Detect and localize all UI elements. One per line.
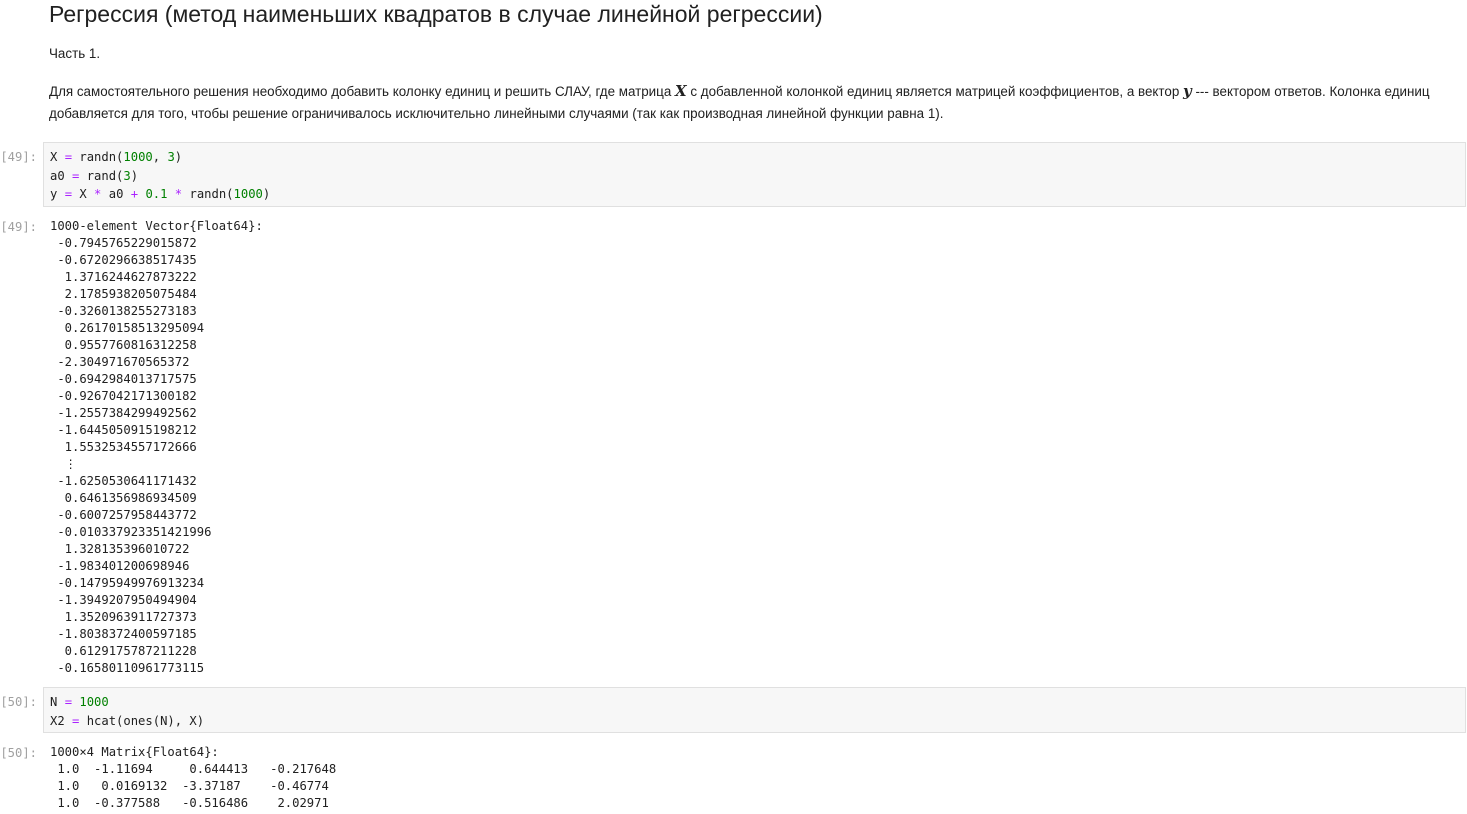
output-line: 0.6461356986934509 (50, 491, 197, 505)
code-line[interactable]: X2 = hcat(ones(N), X) (50, 712, 1465, 731)
code-token: + (130, 187, 139, 201)
output-line: 1.0 0.0169132 -3.37187 -0.46774 (50, 779, 329, 793)
cell-49-input-prompt: [49]: (0, 150, 37, 164)
code-token: a0 (50, 168, 73, 183)
code-line[interactable]: y = X * a0 + 0.1 * randn(1000) (50, 185, 1465, 204)
code-token: 0.1 (145, 187, 168, 201)
code-token: rand( (79, 168, 124, 183)
markdown-part-label: Часть 1. (49, 46, 101, 61)
output-line: 0.26170158513295094 (50, 321, 205, 335)
code-token: 3 (167, 150, 175, 164)
code-token: = (64, 150, 73, 164)
markdown-paragraph: Для самостоятельного решения необходимо … (49, 80, 1447, 125)
code-token: = (64, 187, 73, 201)
code-token: 1000 (123, 150, 153, 164)
output-line: 1.328135396010722 (50, 542, 190, 556)
code-token: ) (174, 150, 183, 164)
math-variable-x: X (675, 82, 687, 100)
output-line: -0.9267042171300182 (50, 389, 197, 403)
output-line: -0.010337923351421996 (50, 525, 212, 539)
code-token: X (72, 187, 95, 201)
code-token: , (152, 150, 168, 164)
cell-49-code-editor[interactable]: X = randn(1000, 3) a0 = rand(3) y = X * a0… (43, 142, 1466, 207)
output-line: 0.6129175787211228 (50, 644, 197, 658)
code-token: a0 (101, 187, 131, 201)
code-token: = (64, 695, 73, 709)
markdown-title: Регрессия (метод наименьших квадратов в … (49, 1, 823, 27)
output-line: ⋮ (50, 457, 77, 471)
cell-50-input-prompt: [50]: (0, 695, 37, 709)
output-line: 1.0 -0.377588 -0.516486 2.02971 (50, 796, 329, 810)
paragraph-text-2: с добавленной колонкой единиц является м… (686, 84, 1184, 99)
cell-49-output: 1000-element Vector{Float64}: -0.7945765… (50, 218, 263, 677)
code-line[interactable]: X = randn(1000, 3) (50, 148, 1465, 167)
output-line: 1.3716244627873222 (50, 270, 197, 284)
code-line[interactable]: a0 = rand(3) (50, 167, 1465, 186)
cell-49-output-prompt: [49]: (0, 220, 37, 234)
code-token: ) (262, 187, 271, 201)
output-line: -0.6007257958443772 (50, 508, 197, 522)
code-token: randn( (72, 150, 124, 164)
output-line: 2.1785938205075484 (50, 287, 197, 301)
output-line: 1000×4 Matrix{Float64}: (50, 745, 219, 759)
code-token: y (50, 187, 65, 201)
output-line: 1.3520963911727373 (50, 610, 197, 624)
code-token: X2 (50, 713, 73, 728)
output-line: -0.14795949976913234 (50, 576, 205, 590)
code-token: hcat(ones(N), X) (79, 713, 205, 728)
code-token: N (50, 695, 65, 709)
output-line: -2.304971670565372 (50, 355, 190, 369)
output-line: -1.3949207950494904 (50, 593, 197, 607)
math-variable-y: y (1183, 82, 1192, 100)
output-line: -1.8038372400597185 (50, 627, 197, 641)
code-line[interactable]: N = 1000 (50, 693, 1465, 712)
code-token: ) (130, 168, 139, 183)
output-line: -0.7945765229015872 (50, 236, 197, 250)
cell-50-output: 1000×4 Matrix{Float64}: 1.0 -1.11694 0.6… (50, 744, 336, 812)
output-line: 1.5532534557172666 (50, 440, 197, 454)
code-token: 1000 (79, 695, 109, 709)
output-line: -1.6250530641171432 (50, 474, 197, 488)
output-line: -0.3260138255273183 (50, 304, 197, 318)
output-line: -1.983401200698946 (50, 559, 190, 573)
code-token: 1000 (233, 187, 263, 201)
output-line: 1000-element Vector{Float64}: (50, 219, 263, 233)
output-line: 1.0 -1.11694 0.644413 -0.217648 (50, 762, 337, 776)
output-line: -1.6445050915198212 (50, 423, 197, 437)
code-token: 3 (123, 168, 131, 183)
output-line: -0.6942984013717575 (50, 372, 197, 386)
output-line: -0.16580110961773115 (50, 661, 205, 675)
paragraph-text-1: Для самостоятельного решения необходимо … (49, 84, 675, 99)
code-token: randn( (182, 187, 234, 201)
cell-50-output-prompt: [50]: (0, 746, 37, 760)
output-line: 0.9557760816312258 (50, 338, 197, 352)
code-token: X (50, 150, 65, 164)
output-line: -1.2557384299492562 (50, 406, 197, 420)
cell-50-code-editor[interactable]: N = 1000 X2 = hcat(ones(N), X) (43, 687, 1466, 733)
output-line: -0.6720296638517435 (50, 253, 197, 267)
